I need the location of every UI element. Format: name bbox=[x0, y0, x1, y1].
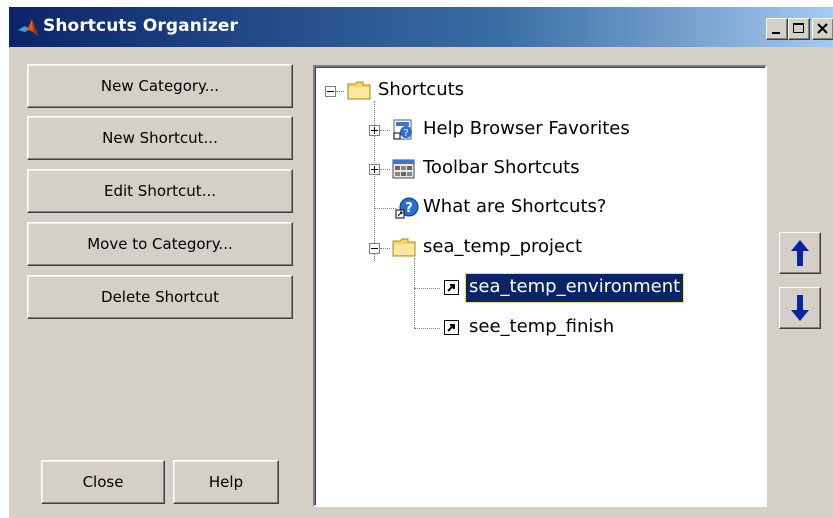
tree-node-sea-temp-environment[interactable]: sea_temp_environment bbox=[464, 273, 685, 303]
svg-text:?: ? bbox=[403, 128, 408, 139]
delete-shortcut-button[interactable]: Delete Shortcut bbox=[27, 275, 293, 319]
tree-connector bbox=[380, 248, 390, 249]
collapse-toggle-sea-temp-project[interactable] bbox=[369, 243, 380, 254]
close-window-button[interactable] bbox=[812, 18, 833, 40]
arrow-up-icon bbox=[791, 240, 809, 266]
tree-connector bbox=[380, 169, 390, 170]
collapse-toggle-shortcuts[interactable] bbox=[325, 86, 336, 97]
matlab-logo-icon bbox=[18, 19, 38, 36]
move-up-button[interactable] bbox=[779, 232, 821, 274]
close-button[interactable]: Close bbox=[41, 460, 165, 504]
edit-shortcut-button[interactable]: Edit Shortcut... bbox=[27, 169, 293, 213]
move-down-button[interactable] bbox=[779, 287, 821, 329]
minus-icon bbox=[327, 91, 334, 92]
folder-icon bbox=[392, 238, 416, 257]
minimize-icon bbox=[772, 32, 780, 34]
new-category-button[interactable]: New Category... bbox=[27, 64, 293, 108]
expand-toggle-toolbar-shortcuts[interactable] bbox=[369, 164, 380, 175]
svg-text:?: ? bbox=[405, 201, 413, 216]
maximize-icon bbox=[793, 23, 804, 33]
minus-icon bbox=[371, 248, 378, 249]
plus-icon bbox=[371, 166, 378, 173]
title-bar[interactable]: Shortcuts Organizer bbox=[9, 7, 833, 47]
tree-node-toolbar-shortcuts[interactable]: Toolbar Shortcuts bbox=[420, 155, 583, 183]
tree-connector bbox=[414, 288, 440, 289]
tree-connector bbox=[414, 258, 415, 328]
folder-icon bbox=[347, 81, 371, 100]
help-favorites-icon: ? bbox=[393, 119, 412, 140]
shortcut-icon bbox=[444, 320, 459, 335]
toolbar-icon bbox=[392, 159, 415, 179]
tree-node-shortcuts[interactable]: Shortcuts bbox=[375, 77, 467, 105]
shortcut-icon bbox=[444, 280, 459, 295]
close-icon bbox=[817, 23, 828, 34]
shortcuts-tree[interactable]: Shortcuts ? Help Browser Favorites Toolb… bbox=[313, 65, 767, 507]
tree-connector bbox=[374, 208, 396, 209]
tree-node-see-temp-finish[interactable]: see_temp_finish bbox=[466, 314, 617, 342]
new-shortcut-button[interactable]: New Shortcut... bbox=[27, 116, 293, 160]
move-to-category-button[interactable]: Move to Category... bbox=[27, 222, 293, 266]
plus-icon bbox=[371, 127, 378, 134]
tree-node-what-are-shortcuts[interactable]: What are Shortcuts? bbox=[420, 194, 609, 222]
expand-toggle-help-browser-favorites[interactable] bbox=[369, 125, 380, 136]
tree-connector bbox=[414, 328, 440, 329]
tree-connector bbox=[380, 130, 390, 131]
tree-connector bbox=[336, 91, 344, 92]
minimize-button[interactable] bbox=[766, 18, 788, 40]
shortcuts-organizer-window: Shortcuts Organizer New Category... New … bbox=[8, 6, 833, 518]
arrow-down-icon bbox=[791, 295, 809, 321]
tree-node-sea-temp-project[interactable]: sea_temp_project bbox=[420, 234, 585, 262]
window-title: Shortcuts Organizer bbox=[43, 16, 238, 36]
maximize-button[interactable] bbox=[788, 18, 810, 40]
help-icon: ? bbox=[395, 197, 419, 219]
help-button[interactable]: Help bbox=[173, 460, 279, 504]
tree-node-help-browser-favorites[interactable]: Help Browser Favorites bbox=[420, 116, 633, 144]
